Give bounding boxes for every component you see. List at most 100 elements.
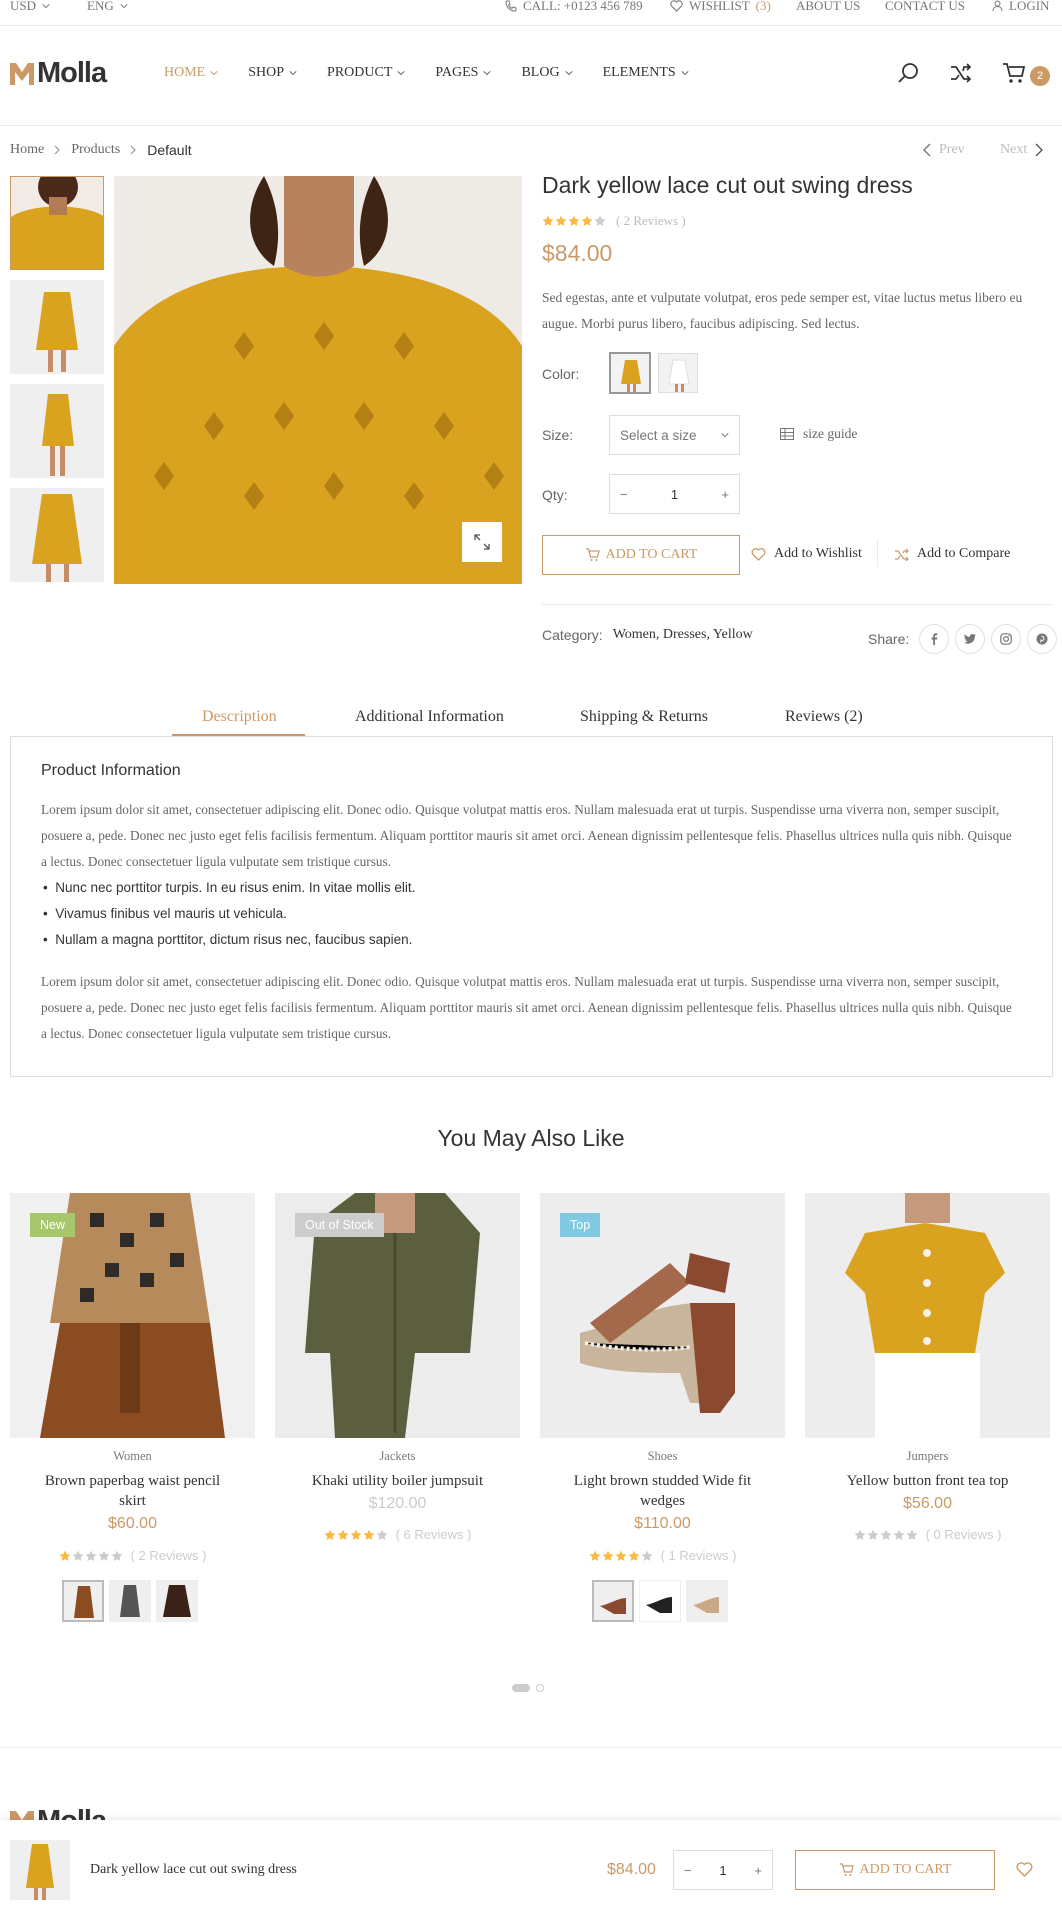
wishlist-count: (3) [755,0,771,13]
product-name[interactable]: Yellow button front tea top [805,1471,1050,1491]
instagram-icon [1000,633,1013,645]
product-category: Category: Women, Dresses, Yellow [542,627,753,643]
next-label: Next [1000,142,1028,157]
carousel-dot[interactable] [536,1684,544,1692]
add-to-wishlist-label: Add to Wishlist [774,546,862,561]
tab-additional-information[interactable]: Additional Information [355,708,504,726]
yellow-dress-swatch-image [611,354,649,392]
product-category[interactable]: Jackets [275,1449,520,1464]
rating-stars [854,1529,918,1541]
sticky-qty-minus-button[interactable]: − [684,1863,692,1878]
carousel-dot-active[interactable] [512,1684,530,1692]
reviews-count: ( 0 Reviews ) [925,1527,1002,1542]
pinterest-share-button[interactable] [1027,624,1058,654]
product-main-image[interactable] [114,176,522,584]
phone-link[interactable]: CALL: +0123 456 789 [505,0,643,14]
tab-shipping-returns[interactable]: Shipping & Returns [580,708,708,726]
sticky-add-to-cart-button[interactable]: ADD TO CART [795,1850,995,1890]
nav-item-pages[interactable]: PAGES [435,65,491,81]
tab-description[interactable]: Description [202,708,277,726]
shuffle-compare-icon [895,548,909,561]
language-select[interactable]: ENG [87,0,128,14]
product-card-image[interactable]: Top [540,1193,785,1438]
product-name[interactable]: Khaki utility boiler jumpsuit [275,1471,520,1491]
cart-icon[interactable] [1002,62,1026,84]
instagram-share-button[interactable] [991,624,1022,654]
nav-label: PRODUCT [327,65,393,80]
currency-select[interactable]: USD [10,0,50,14]
sticky-qty-plus-button[interactable]: + [754,1863,762,1878]
reviews-link[interactable]: ( 2 Reviews ) [616,213,686,229]
nav-item-shop[interactable]: SHOP [248,65,297,81]
add-to-wishlist-link[interactable]: Add to Wishlist [751,546,862,562]
login-link[interactable]: LOGIN [992,0,1049,14]
logo-text: Molla [37,1805,106,1820]
color-swatch-yellow[interactable] [609,352,651,394]
nav-item-elements[interactable]: ELEMENTS [603,65,689,81]
size-select[interactable]: Select a size [609,415,740,455]
qty-value[interactable]: 1 [671,487,678,502]
twitter-share-button[interactable] [955,624,986,654]
product-tag-new: New [30,1213,76,1237]
swatch-gray[interactable] [109,1580,151,1622]
star-icon [555,215,567,226]
swatch-beige[interactable] [686,1580,728,1622]
swatch-brown[interactable] [62,1580,104,1622]
size-guide-link[interactable]: size guide [780,426,857,442]
star-icon [880,1529,891,1540]
cart-icon [839,1863,854,1876]
description-paragraph-2: Lorem ipsum dolor sit amet, consectetuer… [41,974,1012,1041]
site-logo[interactable]: Molla [10,57,107,90]
nav-label: BLOG [521,65,560,80]
phone-icon [505,0,517,12]
shuffle-compare-icon[interactable] [950,62,972,84]
zoom-button[interactable] [462,522,502,562]
sticky-product-thumb[interactable] [10,1840,70,1900]
prev-link[interactable]: Prev [923,142,965,158]
swatch-dark[interactable] [156,1580,198,1622]
product-thumb-4[interactable] [10,488,104,582]
product-category[interactable]: Shoes [540,1449,785,1464]
product-card-image[interactable]: New [10,1193,255,1438]
color-swatch-white[interactable] [658,353,698,393]
gray-outfit-swatch-image [110,1581,150,1621]
product-card-image[interactable]: Out of Stock [275,1193,520,1438]
heart-icon[interactable] [1016,1862,1033,1877]
quantity-stepper[interactable]: − 1 + [609,474,740,514]
product-category[interactable]: Jumpers [805,1449,1050,1464]
search-icon[interactable] [898,62,920,84]
swatch-black[interactable] [639,1580,681,1622]
category-links[interactable]: Women, Dresses, Yellow [613,627,753,643]
product-name[interactable]: Brown paperbag waist pencil skirt [10,1471,255,1511]
next-link[interactable]: Next [1000,142,1044,158]
share-bar: Share: [868,624,1058,654]
tab-reviews[interactable]: Reviews (2) [785,708,863,726]
qty-minus-button[interactable]: − [620,487,628,502]
sticky-qty-value[interactable]: 1 [719,1863,726,1878]
about-link[interactable]: ABOUT US [796,0,860,14]
sticky-add-to-cart-label: ADD TO CART [859,1862,952,1877]
twitter-icon [964,634,977,644]
nav-item-product[interactable]: PRODUCT [327,65,405,81]
breadcrumb-home[interactable]: Home [10,142,44,158]
wishlist-link[interactable]: WISHLIST (3) [670,0,771,14]
product-thumb-1[interactable] [10,176,104,270]
product-category[interactable]: Women [10,1449,255,1464]
star-icon [628,1550,639,1561]
product-name[interactable]: Light brown studded Wide fit wedges [540,1471,785,1511]
add-to-cart-button[interactable]: ADD TO CART [542,535,740,575]
logo-mark-icon [10,1810,34,1820]
product-thumb-3[interactable] [10,384,104,478]
add-to-compare-link[interactable]: Add to Compare [894,546,1010,562]
product-thumb-2[interactable] [10,280,104,374]
qty-plus-button[interactable]: + [721,487,729,502]
nav-item-home[interactable]: HOME [164,65,218,81]
product-card-image[interactable] [805,1193,1050,1438]
contact-link[interactable]: CONTACT US [885,0,965,14]
facebook-share-button[interactable] [919,624,950,654]
nav-item-blog[interactable]: BLOG [521,65,573,81]
sticky-quantity-stepper[interactable]: − 1 + [673,1850,773,1890]
swatch-tan[interactable] [592,1580,634,1622]
star-icon [615,1550,626,1561]
breadcrumb-products[interactable]: Products [71,142,120,158]
